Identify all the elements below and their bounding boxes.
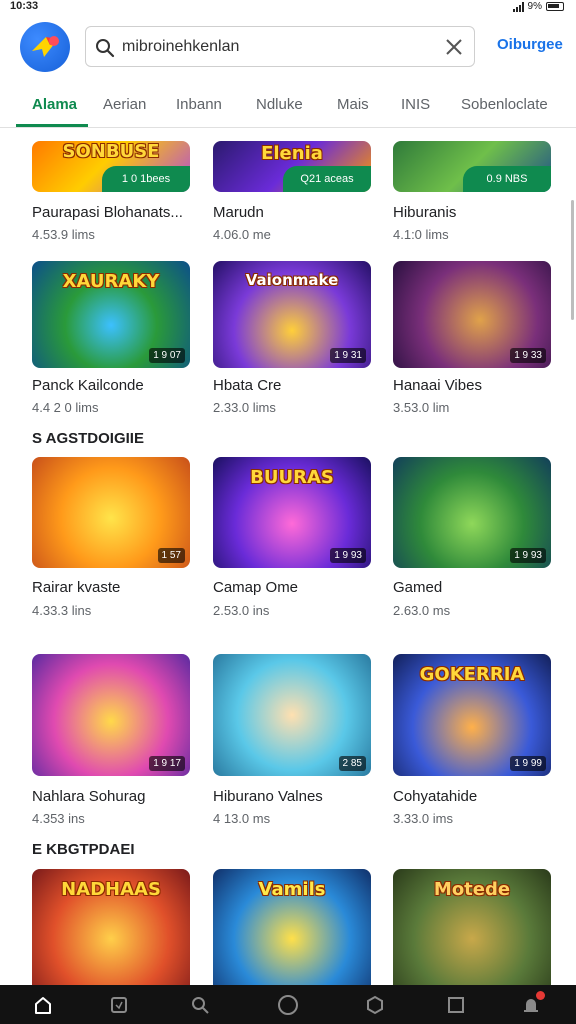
install-pill[interactable]: 1 0 1bees	[102, 166, 190, 192]
game-name[interactable]: Gamed	[393, 579, 442, 596]
game-name[interactable]: Panck Kailconde	[32, 377, 144, 394]
game-name[interactable]: Hiburano Valnes	[213, 788, 323, 805]
tab-ndluke[interactable]: Ndluke	[256, 96, 303, 113]
game-thumbnail[interactable]: Motede	[393, 869, 551, 985]
game-art-title: BUURAS	[250, 467, 334, 488]
game-badge: 1 9 17	[149, 756, 185, 771]
tab-inis[interactable]: INIS	[401, 96, 430, 113]
game-art-title: XAURAKY	[62, 271, 160, 292]
battery-icon	[546, 2, 564, 11]
game-thumbnail[interactable]: SONBUSE 1 0 1bees	[32, 141, 190, 192]
game-badge: 1 9 07	[149, 348, 185, 363]
hexagon-icon[interactable]	[364, 994, 386, 1016]
status-bar: 10:33 9%	[0, 0, 576, 14]
game-badge: 1 9 33	[510, 348, 546, 363]
header-link[interactable]: Oiburgee	[497, 36, 563, 53]
game-thumbnail[interactable]: BUURAS 1 9 93	[213, 457, 371, 568]
game-art-title: Vamils	[258, 879, 326, 900]
game-art-title: SONBUSE	[62, 141, 160, 162]
battery-text: 9%	[527, 1, 542, 12]
game-badge: 1 9 99	[510, 756, 546, 771]
search-box[interactable]	[85, 26, 475, 67]
game-badge: 1 57	[157, 548, 185, 563]
square-icon[interactable]	[445, 994, 467, 1016]
game-meta: 2.33.0 lims	[213, 400, 276, 415]
game-meta: 4.353 ins	[32, 811, 85, 826]
notification-icon[interactable]	[520, 991, 545, 1016]
game-art-title: NADHAAS	[61, 879, 161, 900]
game-meta: 4.4 2 0 lims	[32, 400, 99, 415]
app-logo-icon[interactable]	[20, 22, 70, 72]
game-badge: 2 85	[338, 756, 366, 771]
game-meta: 3.33.0 ims	[393, 811, 453, 826]
scrollbar[interactable]	[571, 200, 574, 320]
game-thumbnail[interactable]: 1 57	[32, 457, 190, 568]
game-name[interactable]: Hbata Cre	[213, 377, 281, 394]
game-name[interactable]: Paurapasi Blohanats...	[32, 204, 183, 221]
game-name[interactable]: Rairar kvaste	[32, 579, 120, 596]
search-nav-icon[interactable]	[189, 994, 211, 1016]
game-meta: 4.06.0 me	[213, 227, 271, 242]
game-meta: 4 13.0 ms	[213, 811, 271, 826]
tab-alama[interactable]: Alama	[32, 96, 77, 113]
game-name[interactable]: Hiburanis	[393, 204, 456, 221]
game-thumbnail[interactable]: XAURAKY 1 9 07	[32, 261, 190, 368]
status-time: 10:33	[10, 0, 39, 12]
home-icon[interactable]	[32, 994, 54, 1016]
game-art-title: GOKERRIA	[419, 664, 525, 685]
bottom-nav-bar	[0, 985, 576, 1024]
section-title: E KBGTPDAEI	[32, 841, 135, 858]
game-art-title: Motede	[433, 879, 511, 900]
game-thumbnail[interactable]: NADHAAS	[32, 869, 190, 985]
game-art-title: Vaionmake	[245, 271, 339, 289]
game-thumbnail[interactable]: Elenia Q21 aceas	[213, 141, 371, 192]
signal-icon	[512, 1, 524, 12]
games-icon[interactable]	[108, 994, 130, 1016]
tab-indicator	[16, 124, 88, 127]
game-name[interactable]: Marudn	[213, 204, 264, 221]
game-thumbnail[interactable]: 1 9 93	[393, 457, 551, 568]
game-thumbnail[interactable]: GOKERRIA 1 9 99	[393, 654, 551, 776]
game-badge: 1 9 31	[330, 348, 366, 363]
game-thumbnail[interactable]: Vaionmake 1 9 31	[213, 261, 371, 368]
section-title: S AGSTDOIGIIE	[32, 430, 144, 447]
close-icon[interactable]	[445, 38, 463, 56]
game-name[interactable]: Camap Ome	[213, 579, 298, 596]
game-badge: 1 9 93	[510, 548, 546, 563]
tab-bar: Alama Aerian Inbann Ndluke Mais INIS Sob…	[0, 84, 576, 128]
game-thumbnail[interactable]: 0.9 NBS	[393, 141, 551, 192]
game-thumbnail[interactable]: 1 9 17	[32, 654, 190, 776]
install-pill[interactable]: 0.9 NBS	[463, 166, 551, 192]
game-thumbnail[interactable]: Vamils	[213, 869, 371, 985]
notification-dot	[536, 991, 545, 1000]
game-badge: 1 9 93	[330, 548, 366, 563]
install-pill[interactable]: Q21 aceas	[283, 166, 371, 192]
status-indicators: 9%	[512, 1, 564, 12]
game-meta: 4.33.3 lins	[32, 603, 92, 618]
search-icon	[96, 39, 115, 58]
game-meta: 2.53.0 ins	[213, 603, 270, 618]
tab-mais[interactable]: Mais	[337, 96, 369, 113]
game-art-title: Elenia	[261, 143, 323, 164]
game-thumbnail[interactable]: 2 85	[213, 654, 371, 776]
tab-inbann[interactable]: Inbann	[176, 96, 222, 113]
game-meta: 2.63.0 ms	[393, 603, 451, 618]
search-input[interactable]	[122, 33, 422, 61]
game-name[interactable]: Cohyatahide	[393, 788, 477, 805]
game-name[interactable]: Nahlara Sohurag	[32, 788, 145, 805]
game-name[interactable]: Hanaai Vibes	[393, 377, 482, 394]
game-meta: 4.1:0 lims	[393, 227, 449, 242]
game-meta: 3.53.0 lim	[393, 400, 450, 415]
circle-icon[interactable]	[277, 994, 299, 1016]
game-thumbnail[interactable]: 1 9 33	[393, 261, 551, 368]
tab-aerian[interactable]: Aerian	[103, 96, 146, 113]
tab-sobenloclate[interactable]: Sobenloclate	[461, 96, 548, 113]
game-meta: 4.53.9 lims	[32, 227, 95, 242]
